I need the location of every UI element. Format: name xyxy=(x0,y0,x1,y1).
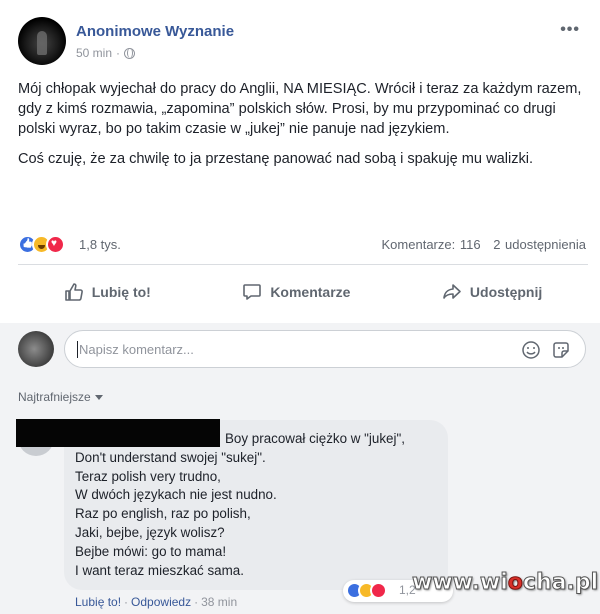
comment-sort-dropdown[interactable]: Najtrafniejsze xyxy=(18,390,103,404)
post-time[interactable]: 50 min xyxy=(76,46,112,60)
dot-separator: · xyxy=(116,46,121,60)
post-body: Mój chłopak wyjechał do pracy do Anglii,… xyxy=(18,79,584,179)
avatar-figure xyxy=(37,31,47,55)
post-header: Anonimowe Wyznanie 50 min · ••• xyxy=(18,17,588,67)
like-button-label: Lubię to! xyxy=(91,284,151,300)
comment-line: Teraz polish very trudno, xyxy=(75,468,221,484)
comment-placeholder: Napisz komentarz... xyxy=(79,342,194,357)
comment-reply-link[interactable]: Odpowiedz xyxy=(131,595,191,609)
watermark-text: cha.pl xyxy=(522,570,599,596)
watermark-text: o xyxy=(507,570,523,596)
comment-line: Boy pracował ciężko w "jukej", xyxy=(225,431,405,446)
like-button[interactable]: Lubię to! xyxy=(64,282,151,302)
reactions-summary: 1,8 tys. Komentarze: 116 2 udostępnienia xyxy=(18,235,588,257)
comment-line: Bejbe mówi: go to mama! xyxy=(75,543,227,559)
comments-count[interactable]: Komentarze: 116 xyxy=(382,237,481,252)
comment-line: Raz po english, raz po polish, xyxy=(75,506,251,522)
watermark-logo: www.wiocha.pl xyxy=(412,570,600,610)
comment-actions: Lubię to! · Odpowiedz · 38 min xyxy=(75,595,237,609)
sticker-icon[interactable] xyxy=(551,340,571,360)
comment-like-link[interactable]: Lubię to! xyxy=(75,595,121,609)
chevron-down-icon xyxy=(94,394,103,400)
sort-label: Najtrafniejsze xyxy=(18,390,91,404)
comment-time[interactable]: 38 min xyxy=(201,595,237,609)
text-caret xyxy=(77,341,78,358)
share-button[interactable]: Udostępnij xyxy=(442,282,542,302)
reaction-count[interactable]: 1,8 tys. xyxy=(79,237,121,252)
post-paragraph: Mój chłopak wyjechał do pracy do Anglii,… xyxy=(18,81,582,137)
comment-button[interactable]: Komentarze xyxy=(242,282,350,302)
watermark-text: www.wi xyxy=(412,570,509,596)
comment-button-label: Komentarze xyxy=(270,284,351,300)
comment-line: W dwóch językach nie jest nudno. xyxy=(75,487,277,503)
comment-line: Jaki, bejbe, język wolisz? xyxy=(75,524,225,540)
post-actions: Lubię to! Komentarze Udostępnij xyxy=(18,272,588,312)
divider xyxy=(18,264,588,265)
post-stats: Komentarze: 116 2 udostępnienia xyxy=(382,237,586,252)
love-reaction-icon[interactable] xyxy=(46,235,65,254)
comment-bubble-icon xyxy=(243,284,262,300)
comment-text: Boy pracował ciężko w "jukej", Don't und… xyxy=(75,430,405,580)
comment-line: Don't understand swojej "sukej". xyxy=(75,449,266,465)
comment-line: I want teraz mieszkać sama. xyxy=(75,562,244,578)
current-user-avatar[interactable] xyxy=(18,331,54,367)
page-avatar[interactable] xyxy=(18,17,66,65)
post-paragraph: Coś czuję, że za chwilę to ja przestanę … xyxy=(18,151,534,167)
dot-separator: · xyxy=(124,595,129,609)
dot-separator: · xyxy=(194,595,199,609)
share-button-label: Udostępnij xyxy=(469,284,543,300)
more-options-icon[interactable]: ••• xyxy=(560,21,580,39)
shares-count[interactable]: 2 udostępnienia xyxy=(493,237,586,252)
globe-icon xyxy=(124,47,136,59)
comment-input[interactable]: Napisz komentarz... xyxy=(64,330,586,368)
post-meta: 50 min · xyxy=(76,46,136,60)
post-author[interactable]: Anonimowe Wyznanie xyxy=(76,23,234,40)
emoji-icon[interactable] xyxy=(521,340,541,360)
love-reaction-icon xyxy=(370,582,387,599)
share-arrow-icon xyxy=(443,284,461,299)
thumbs-up-icon xyxy=(64,283,83,301)
